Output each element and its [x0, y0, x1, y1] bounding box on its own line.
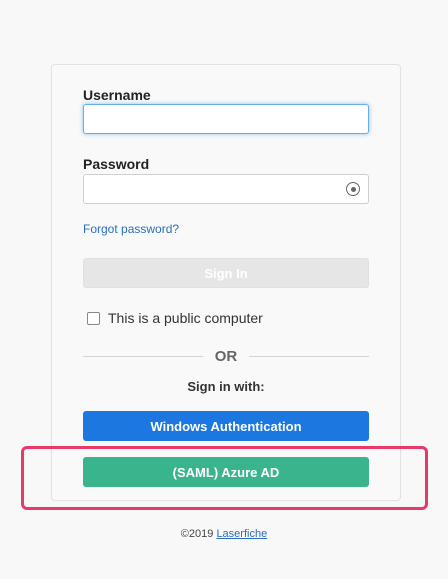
public-computer-checkbox[interactable] — [87, 311, 100, 325]
eye-toggle-icon[interactable] — [346, 182, 360, 196]
username-label: Username — [83, 87, 151, 103]
forgot-password-link[interactable]: Forgot password? — [83, 222, 179, 236]
public-computer-option[interactable]: This is a public computer — [87, 310, 263, 326]
login-page: Username Password Forgot password? Sign … — [0, 0, 448, 579]
public-computer-label: This is a public computer — [108, 310, 263, 326]
password-label: Password — [83, 156, 150, 172]
sign-in-button[interactable]: Sign In — [83, 258, 369, 288]
sign-in-with-heading: Sign in with: — [187, 379, 265, 394]
laserfiche-link[interactable]: Laserfiche — [216, 528, 267, 540]
login-card: Username Password Forgot password? Sign … — [51, 64, 401, 501]
divider-line-left — [83, 355, 203, 357]
footer: ©2019 Laserfiche — [0, 528, 448, 540]
or-text: OR — [214, 347, 238, 365]
or-divider: OR — [83, 347, 369, 365]
windows-authentication-button[interactable]: Windows Authentication — [83, 411, 369, 441]
divider-line-right — [249, 355, 369, 357]
copyright-text: ©2019 — [180, 528, 214, 540]
username-input[interactable] — [83, 104, 369, 134]
annotation-highlight-box — [21, 446, 428, 510]
password-input[interactable] — [83, 174, 369, 204]
